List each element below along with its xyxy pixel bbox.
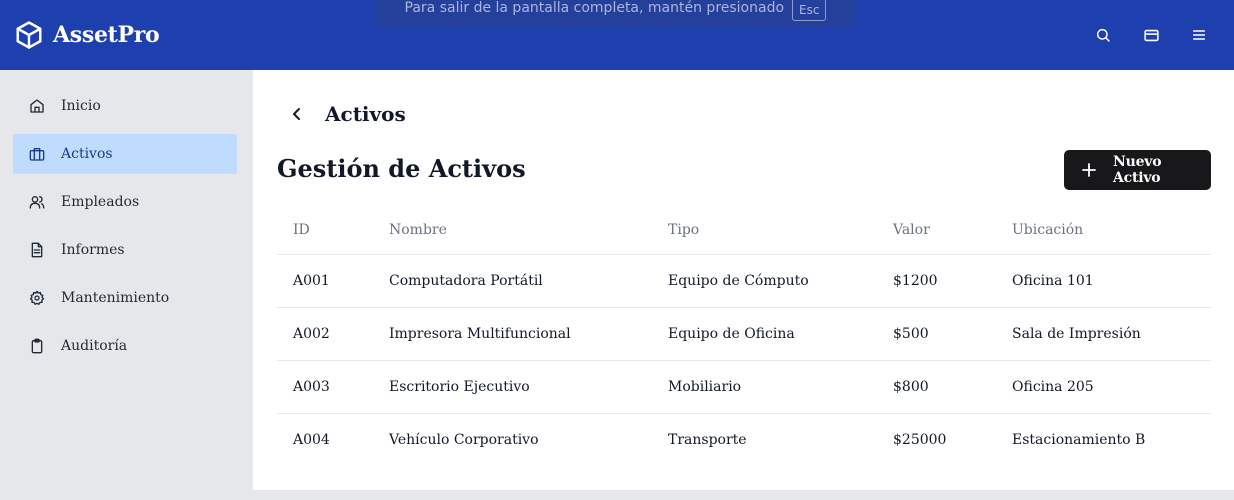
cell-nombre: Impresora Multifuncional <box>373 307 652 361</box>
plus-icon <box>1082 163 1096 177</box>
cell-ubicacion: Oficina 205 <box>996 360 1211 414</box>
column-header-valor[interactable]: Valor <box>877 206 996 255</box>
top-actions <box>1068 22 1212 48</box>
cell-valor: $800 <box>877 360 996 414</box>
table-row[interactable]: A002 Impresora Multifuncional Equipo de … <box>277 307 1211 361</box>
sidebar-item-empleados[interactable]: Empleados <box>13 182 237 222</box>
assets-table: ID Nombre Tipo Valor Ubicación A001 Comp… <box>277 206 1211 466</box>
cell-valor: $500 <box>877 307 996 361</box>
cell-ubicacion: Estacionamiento B <box>1012 431 1146 448</box>
column-header-ubicacion[interactable]: Ubicación <box>996 206 1211 255</box>
cell-nombre: Computadora Portátil <box>373 254 652 308</box>
sidebar-item-auditoria[interactable]: Auditoría <box>13 326 237 366</box>
search-icon <box>1096 28 1110 42</box>
esc-key-badge: Esc <box>792 0 827 21</box>
cube-logo-icon <box>14 20 44 50</box>
breadcrumb: Activos <box>289 102 406 126</box>
cell-nombre: Escritorio Ejecutivo <box>373 360 652 414</box>
new-asset-button-label: Nuevo Activo <box>1113 154 1162 186</box>
sidebar-item-label: Empleados <box>61 194 140 210</box>
sidebar-item-label: Informes <box>61 242 125 258</box>
home-icon <box>29 98 45 114</box>
table-row[interactable]: A001 Computadora Portátil Equipo de Cómp… <box>277 254 1211 308</box>
menu-button[interactable] <box>1186 22 1212 48</box>
cell-id: A001 <box>277 254 373 308</box>
cell-tipo: Equipo de Cómputo <box>652 254 877 308</box>
chevron-left-icon <box>293 108 300 120</box>
cell-id: A004 <box>293 431 330 448</box>
cell-tipo: Mobiliario <box>652 360 877 414</box>
users-icon <box>29 194 45 210</box>
search-button[interactable] <box>1090 22 1116 48</box>
card-button[interactable] <box>1138 22 1164 48</box>
sidebar-item-label: Mantenimiento <box>61 290 170 306</box>
briefcase-icon <box>29 146 45 162</box>
sidebar-item-informes[interactable]: Informes <box>13 230 237 270</box>
clipboard-icon <box>29 338 45 354</box>
fullscreen-exit-notice: Para salir de la pantalla completa, mant… <box>375 0 856 28</box>
cell-valor: $1200 <box>877 254 996 308</box>
breadcrumb-title: Activos <box>325 102 406 126</box>
cell-ubicacion: Oficina 101 <box>996 254 1211 308</box>
cell-nombre: Vehículo Corporativo <box>389 431 539 448</box>
cell-ubicacion: Sala de Impresión <box>996 307 1211 361</box>
credit-card-icon <box>1143 29 1159 41</box>
column-header-tipo[interactable]: Tipo <box>652 206 877 255</box>
sidebar-item-label: Activos <box>61 146 113 162</box>
table-row[interactable]: A003 Escritorio Ejecutivo Mobiliario $80… <box>277 360 1211 414</box>
fullscreen-notice-text: Para salir de la pantalla completa, mant… <box>404 0 785 16</box>
sidebar-item-label: Auditoría <box>61 338 128 354</box>
sidebar: Inicio Activos Empleados Informes Manten… <box>0 70 253 500</box>
column-header-nombre[interactable]: Nombre <box>373 206 652 255</box>
main-content: Activos Gestión de Activos Nuevo Activo … <box>253 70 1234 490</box>
gear-icon <box>29 290 45 306</box>
cell-tipo: Equipo de Oficina <box>652 307 877 361</box>
cell-id: A003 <box>277 360 373 414</box>
new-asset-button[interactable]: Nuevo Activo <box>1064 150 1211 190</box>
sidebar-item-inicio[interactable]: Inicio <box>13 86 237 126</box>
hamburger-menu-icon <box>1192 30 1206 40</box>
sidebar-item-label: Inicio <box>61 98 101 114</box>
cell-id: A002 <box>277 307 373 361</box>
cell-tipo: Transporte <box>668 431 747 448</box>
column-header-id[interactable]: ID <box>277 206 373 255</box>
sidebar-item-activos[interactable]: Activos <box>13 134 237 174</box>
back-button[interactable] <box>289 102 305 126</box>
brand[interactable]: AssetPro <box>14 20 160 50</box>
page-title: Gestión de Activos <box>277 154 526 183</box>
app-name: AssetPro <box>53 22 160 48</box>
table-header-row: ID Nombre Tipo Valor Ubicación <box>277 206 1211 255</box>
sidebar-item-mantenimiento[interactable]: Mantenimiento <box>13 278 237 318</box>
file-text-icon <box>29 242 45 258</box>
table-row[interactable]: A004 Vehículo Corporativo Transporte $25… <box>277 413 1211 466</box>
cell-valor: $25000 <box>893 431 947 448</box>
